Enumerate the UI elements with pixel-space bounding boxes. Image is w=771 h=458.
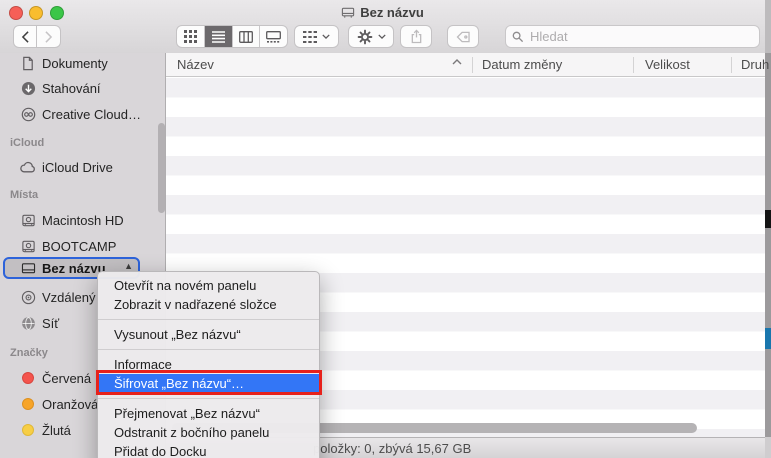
sidebar-item-label: Stahování	[42, 80, 101, 96]
view-switcher	[176, 25, 288, 48]
orange-tag-icon	[20, 396, 36, 412]
menu-item-otevrit-na-novem-panelu[interactable]: Otevřít na novém panelu	[98, 276, 319, 295]
sidebar-item-creative-cloud[interactable]: Creative Cloud…	[0, 104, 166, 124]
sidebar-item-stahovani[interactable]: Stahování	[0, 78, 166, 98]
sidebar-scrollbar[interactable]	[158, 123, 165, 213]
sidebar-section-icloud: iCloud	[10, 137, 45, 149]
icon-view-button[interactable]	[177, 26, 205, 47]
sidebar-item-dokumenty[interactable]: Dokumenty	[0, 53, 166, 73]
sidebar-item-bootcamp[interactable]: BOOTCAMP	[0, 236, 166, 256]
external-drive-icon	[20, 260, 36, 276]
annotation-box	[96, 370, 322, 395]
window: Bez názvu Hledat Dokumenty Stahování Cre…	[0, 0, 769, 458]
sidebar-item-label: Oranžová	[42, 396, 99, 412]
search-input[interactable]	[528, 28, 732, 45]
forward-button[interactable]	[37, 25, 61, 48]
sidebar-item-label: Síť	[42, 315, 60, 331]
column-header-datum-zmeny[interactable]: Datum změny	[482, 57, 562, 72]
disc-icon	[20, 289, 36, 305]
list-header: Název Datum změny Velikost Druh	[166, 53, 769, 77]
search-icon	[512, 31, 524, 42]
nav-buttons	[13, 25, 61, 48]
menu-item-prejmenovat[interactable]: Přejmenovat „Bez názvu“	[98, 404, 319, 423]
creative-cloud-icon	[20, 106, 36, 122]
network-globe-icon	[20, 315, 36, 331]
status-text: položky: 0, zbývá 15,67 GB	[313, 441, 472, 456]
group-by-button[interactable]	[294, 25, 339, 48]
gear-icon	[357, 29, 372, 44]
column-view-button[interactable]	[233, 26, 261, 47]
column-header-druh[interactable]: Druh	[741, 57, 769, 72]
sidebar-item-label: Bez názvu	[42, 260, 106, 276]
eject-icon[interactable]: ▲	[124, 262, 133, 271]
sidebar-item-label: iCloud Drive	[42, 159, 113, 175]
finder-window: Bez názvu Hledat Dokumenty Stahování Cre…	[0, 0, 771, 458]
yellow-tag-icon	[20, 422, 36, 438]
internal-drive-icon	[20, 238, 36, 254]
menu-separator	[98, 344, 319, 355]
action-menu-button[interactable]	[348, 25, 394, 48]
window-title-area: Bez názvu	[0, 4, 765, 20]
menu-item-pridat-do-docku[interactable]: Přidat do Docku	[98, 442, 319, 458]
sidebar-item-label: Creative Cloud…	[42, 106, 141, 122]
document-icon	[20, 55, 36, 71]
tag-icon	[456, 31, 470, 42]
sidebar-item-label: Červená	[42, 370, 92, 386]
sidebar-item-label: BOOTCAMP	[42, 238, 117, 254]
menu-item-zobrazit-v-nadrazene-slozce[interactable]: Zobrazit v nadřazené složce	[98, 295, 319, 314]
sidebar-section-tags: Značky	[10, 347, 48, 359]
column-header-nazev[interactable]: Název	[177, 57, 214, 72]
list-view-button[interactable]	[204, 26, 233, 47]
sidebar-section-places: Místa	[10, 189, 39, 201]
sort-ascending-icon[interactable]	[452, 59, 462, 65]
chevron-down-icon	[322, 34, 330, 39]
titlebar-toolbar: Bez názvu	[0, 0, 765, 54]
sidebar-item-label: Macintosh HD	[42, 212, 124, 228]
sidebar-item-label: Žlutá	[42, 422, 71, 438]
drive-icon	[341, 6, 355, 19]
internal-drive-icon	[20, 212, 36, 228]
column-header-velikost[interactable]: Velikost	[645, 57, 690, 72]
gallery-view-button[interactable]	[260, 26, 287, 47]
search-field[interactable]	[505, 25, 760, 48]
cloud-icon	[20, 159, 36, 175]
chevron-down-icon	[377, 34, 386, 39]
download-icon	[20, 80, 36, 96]
sidebar-item-icloud-drive[interactable]: iCloud Drive	[0, 157, 166, 177]
red-tag-icon	[20, 370, 36, 386]
tag-button[interactable]	[447, 25, 479, 48]
sidebar-item-label: Vzdálený	[42, 289, 96, 305]
menu-item-odstranit-z-bocniho-panelu[interactable]: Odstranit z bočního panelu	[98, 423, 319, 442]
window-title: Bez názvu	[360, 4, 424, 20]
menu-separator	[98, 314, 319, 325]
share-icon	[411, 29, 421, 44]
sidebar-item-macintosh-hd[interactable]: Macintosh HD	[0, 210, 166, 230]
share-button[interactable]	[400, 25, 432, 48]
context-menu: Otevřít na novém panelu Zobrazit v nadřa…	[97, 271, 320, 458]
menu-item-vysunout[interactable]: Vysunout „Bez názvu“	[98, 325, 319, 344]
back-button[interactable]	[13, 25, 37, 48]
sidebar-item-label: Dokumenty	[42, 55, 108, 71]
